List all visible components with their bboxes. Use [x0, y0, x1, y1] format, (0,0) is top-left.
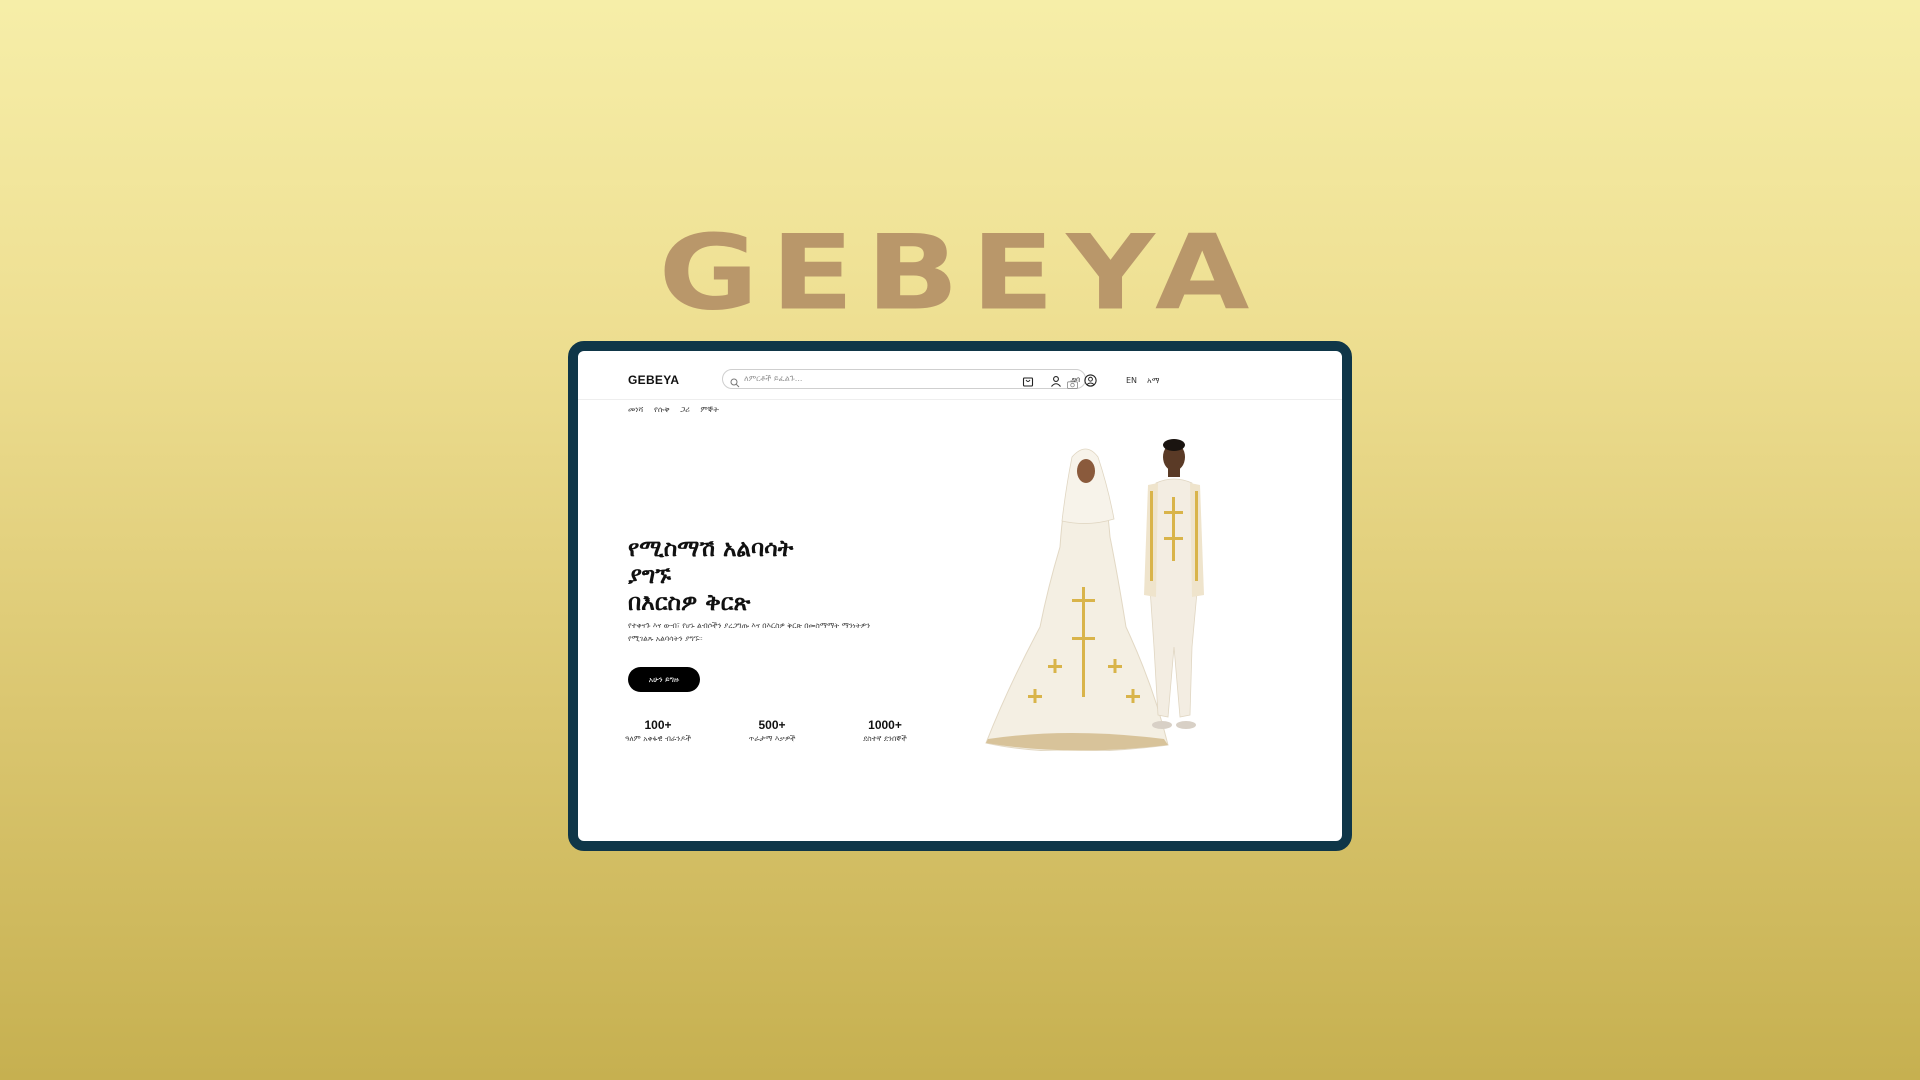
search-input[interactable]: ለምርቶች ይፈልጉ... [744, 374, 802, 384]
search-icon[interactable] [730, 373, 740, 392]
site-brand[interactable]: GEBEYA [628, 373, 679, 387]
subnav-item-wishlist[interactable]: ምኞት [700, 405, 718, 414]
shop-now-button[interactable]: አሁን ይግዙ [628, 667, 700, 692]
hero-headline: የሚስማሽ አልባሳት ያግኙ በእርስዎ ቅርጽ [628, 536, 793, 617]
stat-customers: 1000+ ደስተኛ ደንበኞች [835, 718, 935, 744]
stat-label: ጥራታማ እቃዎች [748, 734, 796, 743]
top-navbar: GEBEYA ለምርቶች ይፈልጉ... ግባ EN አማ [578, 351, 1342, 400]
hero-couple-image [985, 439, 1204, 751]
stat-brands: 100+ ዓለም አቀፋዊ ብራንዶች [608, 718, 708, 744]
shopping-bag-icon[interactable] [1022, 372, 1034, 391]
sub-navigation: መነሻ የሱቅ ጋሪ ምኞት [628, 405, 727, 415]
browser-frame: GEBEYA ለምርቶች ይፈልጉ... ግባ EN አማ መነሻ የሱቅ ጋሪ… [568, 341, 1352, 851]
hero-logo: GEBEYA [658, 212, 1262, 334]
lang-en[interactable]: EN [1126, 376, 1137, 385]
subnav-item-cart[interactable]: ጋሪ [680, 405, 690, 414]
lang-am[interactable]: አማ [1147, 376, 1159, 386]
headline-line-1: የሚስማሽ አልባሳት [628, 536, 794, 562]
stat-value: 100+ [644, 718, 672, 732]
headline-line-2: ያግኙ [628, 563, 671, 589]
account-circle-icon[interactable] [1084, 372, 1097, 391]
stat-label: ዓለም አቀፋዊ ብራንዶች [624, 734, 692, 743]
hero-subtext: የተቀናጉ እና ውብ፣ የሆኑ ልብሶችን ያረጋግጡ እና በእርስዎ ቅር… [628, 621, 871, 643]
stat-value: 1000+ [868, 718, 902, 732]
headline-line-3: በእርስዎ ቅርጽ [628, 590, 751, 616]
subnav-item-shop[interactable]: የሱቅ [654, 405, 670, 414]
stat-label: ደስተኛ ደንበኞች [863, 734, 907, 743]
user-icon[interactable] [1050, 372, 1062, 391]
stat-products: 500+ ጥራታማ እቃዎች [722, 718, 822, 744]
subnav-item-home[interactable]: መነሻ [628, 405, 643, 414]
stat-value: 500+ [758, 718, 786, 732]
login-link[interactable]: ግባ [1072, 376, 1080, 385]
